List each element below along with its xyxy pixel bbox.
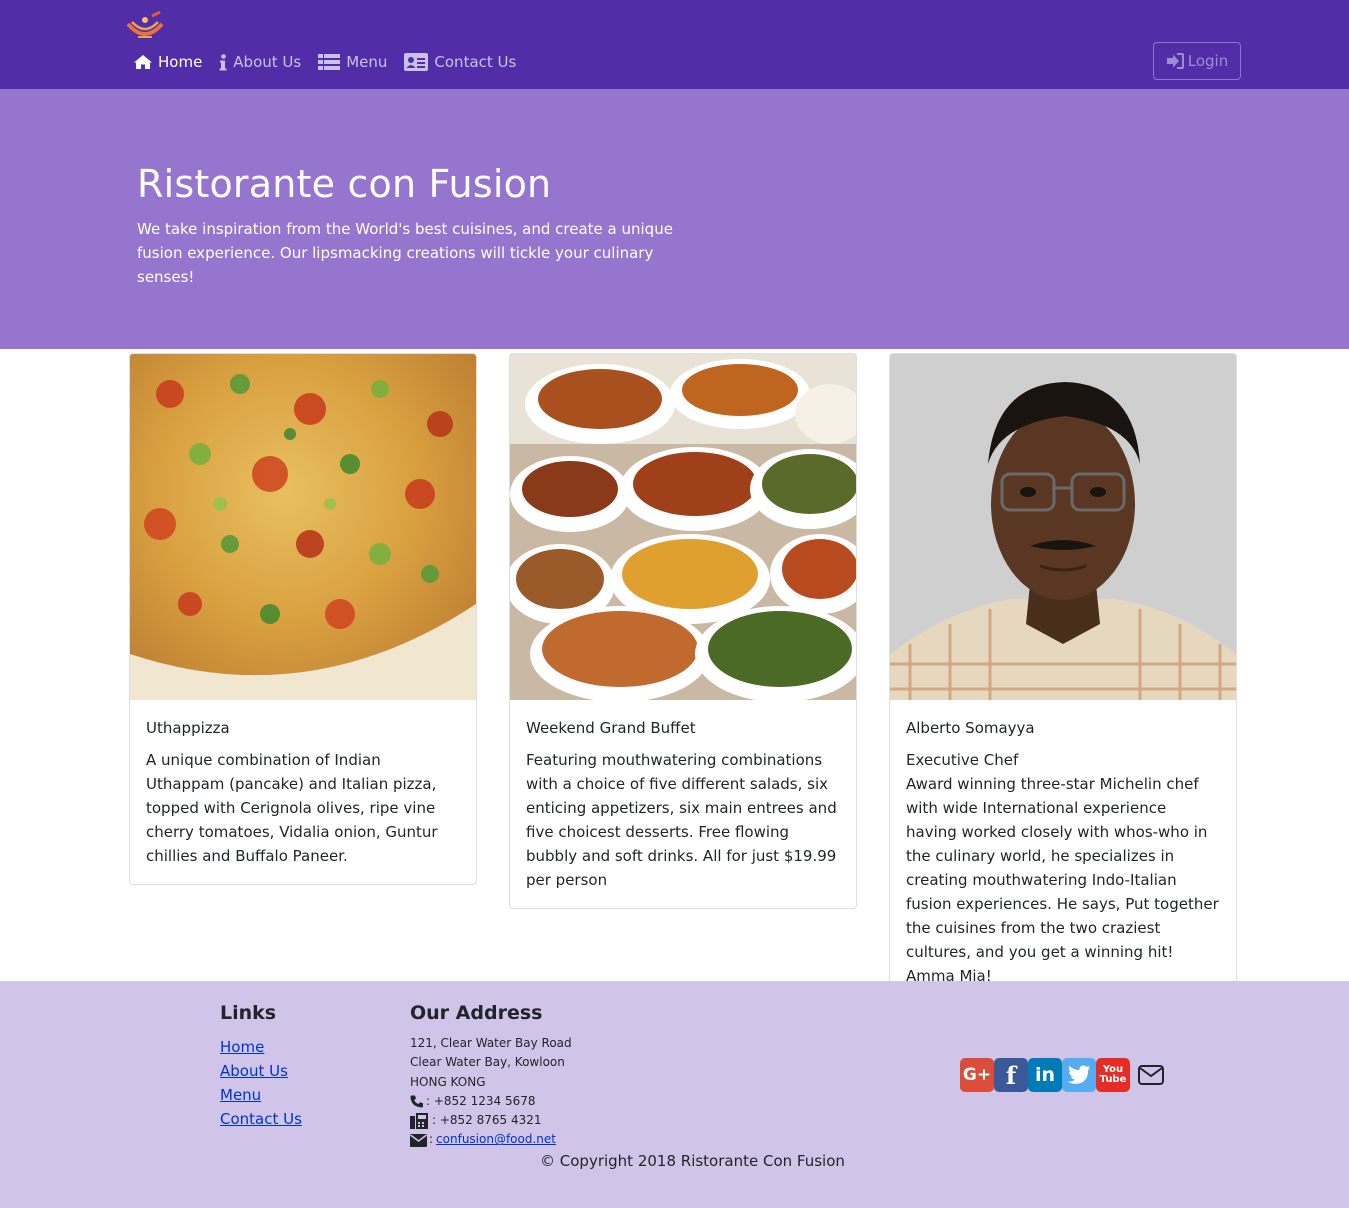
copyright-text: © Copyright 2018 Ristorante Con Fusion [540, 1152, 845, 1170]
promotion-card: Weekend Grand Buffet Featuring mouthwate… [509, 353, 857, 909]
list-icon [317, 53, 341, 71]
footer-link-contact[interactable]: Contact Us [220, 1110, 302, 1128]
nav-menu: Home About Us Menu Contact Us [133, 50, 532, 74]
phone-number: : +852 1234 5678 [426, 1093, 536, 1108]
nav-menu-label: Menu [346, 53, 388, 71]
email-row: : confusion@food.net [410, 1130, 572, 1149]
address-line: Clear Water Bay, Kowloon [410, 1055, 565, 1070]
nav-home-label: Home [158, 53, 203, 71]
info-icon [218, 53, 228, 71]
nav-contact-label: Contact Us [434, 53, 517, 71]
card-body: Alberto Somayya Executive Chef Award win… [890, 700, 1236, 1004]
footer-link-item: Contact Us [220, 1107, 302, 1131]
restaurant-logo[interactable] [124, 10, 166, 42]
footer: Links Home About Us Menu Contact Us Our … [0, 981, 1349, 1208]
buffet-photo [510, 354, 856, 702]
address-block: 121, Clear Water Bay Road Clear Water Ba… [410, 1034, 572, 1150]
email-link[interactable]: confusion@food.net [436, 1130, 556, 1149]
login-button[interactable]: Login [1153, 42, 1241, 80]
phone-row: : +852 1234 5678 [410, 1092, 572, 1111]
card-title: Weekend Grand Buffet [526, 719, 696, 737]
nav-menu-item[interactable]: Menu [317, 53, 387, 71]
footer-links: Home About Us Menu Contact Us [220, 1035, 302, 1131]
google-plus-icon[interactable]: G+ [960, 1058, 994, 1092]
fax-number: : +852 8765 4321 [432, 1113, 542, 1128]
jumbotron: Ristorante con Fusion We take inspiratio… [0, 89, 1349, 349]
nav-about[interactable]: About Us [218, 53, 301, 71]
login-label: Login [1187, 52, 1229, 70]
footer-link-item: Home [220, 1035, 302, 1059]
twitter-icon[interactable] [1062, 1058, 1096, 1092]
links-heading: Links [220, 1002, 277, 1024]
card-text: A unique combination of Indian Uthappam … [146, 751, 438, 865]
card-title: Uthappizza [146, 719, 230, 737]
footer-link-item: Menu [220, 1083, 302, 1107]
address-line: 121, Clear Water Bay Road [410, 1036, 572, 1050]
leader-card: Alberto Somayya Executive Chef Award win… [889, 353, 1237, 1005]
youtube-icon[interactable]: You Tube [1096, 1058, 1130, 1092]
phone-icon [410, 1095, 424, 1108]
card-title: Alberto Somayya [906, 719, 1035, 737]
footer-link-home[interactable]: Home [220, 1038, 264, 1056]
facebook-icon[interactable]: f [994, 1058, 1028, 1092]
card-body: Uthappizza A unique combination of India… [130, 700, 476, 884]
social-links: G+ f in You Tube [960, 1058, 1168, 1092]
navbar: Home About Us Menu Contact Us Login [0, 0, 1349, 89]
envelope-icon [410, 1133, 427, 1147]
card-body: Weekend Grand Buffet Featuring mouthwate… [510, 700, 856, 908]
address-card-icon [403, 53, 429, 71]
email-prefix: : [429, 1132, 434, 1147]
chef-photo [890, 354, 1236, 700]
fax-icon [410, 1112, 430, 1129]
address-line: HONG KONG [410, 1074, 486, 1089]
card-text: Award winning three-star Michelin chef w… [906, 775, 1219, 985]
nav-about-label: About Us [233, 53, 302, 71]
uthappizza-photo [130, 354, 476, 700]
sign-in-icon [1166, 53, 1184, 69]
address-heading: Our Address [410, 1002, 543, 1024]
mail-icon[interactable] [1134, 1058, 1168, 1092]
fax-row: : +852 8765 4321 [410, 1111, 572, 1130]
jumbotron-description: We take inspiration from the World's bes… [137, 220, 673, 286]
footer-link-menu[interactable]: Menu [220, 1086, 261, 1104]
page-title: Ristorante con Fusion [137, 162, 552, 206]
footer-link-about[interactable]: About Us [220, 1062, 288, 1080]
dish-card: Uthappizza A unique combination of India… [129, 353, 477, 885]
nav-contact[interactable]: Contact Us [403, 53, 516, 71]
card-text: Featuring mouthwatering combinations wit… [526, 751, 837, 889]
linkedin-icon[interactable]: in [1028, 1058, 1062, 1092]
nav-home[interactable]: Home [133, 53, 202, 71]
home-icon [133, 53, 153, 71]
footer-link-item: About Us [220, 1059, 302, 1083]
card-subtitle: Executive Chef [906, 751, 1019, 769]
